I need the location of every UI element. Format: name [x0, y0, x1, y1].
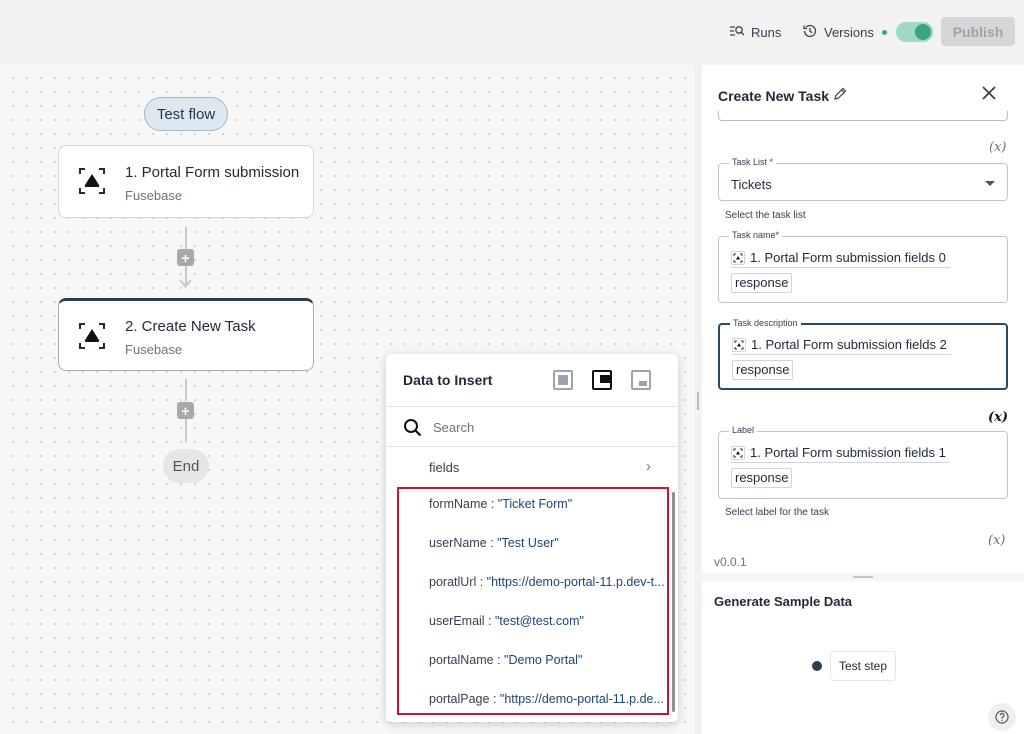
step-settings-panel: Create New Task (x) Task List * Tickets … — [702, 65, 1024, 734]
connector-line — [185, 419, 187, 442]
data-item-formname[interactable]: formName : "Ticket Form" — [429, 497, 665, 511]
fusebase-logo-icon — [77, 166, 107, 196]
version-label: v0.0.1 — [714, 555, 747, 569]
variable-chip[interactable]: 1. Portal Form submission fields 1 — [731, 443, 950, 463]
variable-chip[interactable]: 1. Portal Form submission fields 2 — [732, 335, 951, 355]
fusebase-mini-icon — [731, 445, 745, 460]
view-full-icon[interactable] — [553, 370, 573, 390]
popup-title: Data to Insert — [403, 372, 493, 388]
response-token[interactable]: response — [732, 360, 794, 380]
view-docked-icon[interactable] — [592, 370, 612, 390]
pencil-icon[interactable] — [833, 87, 847, 104]
step-status-dot — [812, 661, 822, 671]
variable-icon[interactable]: (x) — [988, 410, 1008, 425]
task-list-value: Tickets — [731, 177, 772, 192]
label-field[interactable]: Label 1. Portal Form submission fields 1… — [718, 425, 1008, 499]
previous-field[interactable] — [718, 111, 1008, 121]
add-step-button[interactable]: + — [177, 249, 194, 266]
status-dot — [881, 29, 887, 35]
versions-label: Versions — [824, 24, 874, 40]
flow-step-portal-form[interactable]: 1. Portal Form submission Fusebase — [58, 145, 314, 218]
data-item-useremail[interactable]: userEmail : "test@test.com" — [429, 614, 665, 628]
variable-icon[interactable]: (x) — [989, 140, 1006, 155]
test-step-row: Test step — [812, 651, 897, 681]
chevron-down-icon — [985, 181, 995, 186]
add-step-button[interactable]: + — [177, 402, 194, 419]
fusebase-mini-icon — [732, 337, 746, 352]
task-name-label: Task name* — [729, 230, 783, 240]
divider — [386, 446, 678, 447]
task-list-label: Task List * — [729, 157, 777, 167]
publish-button[interactable]: Publish — [941, 17, 1015, 46]
step-title: 1. Portal Form submission — [125, 164, 300, 181]
data-item-username[interactable]: userName : "Test User" — [429, 536, 665, 550]
step-subtitle: Fusebase — [125, 342, 183, 357]
connector-line — [185, 227, 187, 249]
runs-icon — [729, 24, 745, 41]
test-flow-button[interactable]: Test flow — [144, 97, 228, 131]
task-list-select[interactable]: Task List * Tickets — [718, 157, 1008, 201]
response-token[interactable]: response — [731, 273, 793, 293]
panel-title: Create New Task — [718, 87, 847, 104]
view-minimized-icon[interactable] — [631, 370, 651, 390]
data-to-insert-popup: Data to Insert fields › formName : "Tick… — [386, 354, 678, 722]
panel-split-handle[interactable] — [702, 573, 1024, 581]
task-name-field[interactable]: Task name* 1. Portal Form submission fie… — [718, 230, 1008, 303]
fields-group[interactable]: fields › — [386, 448, 678, 486]
search-row — [386, 407, 678, 446]
task-description-label: Task description — [730, 318, 801, 328]
panel-title-text: Create New Task — [718, 87, 830, 104]
data-item-portalname[interactable]: portalName : "Demo Portal" — [429, 653, 665, 667]
task-description-field[interactable]: Task description 1. Portal Form submissi… — [718, 318, 1008, 390]
versions-button[interactable]: Versions — [802, 22, 887, 42]
close-icon[interactable] — [980, 84, 998, 102]
runs-button[interactable]: Runs — [729, 22, 781, 42]
response-token[interactable]: response — [731, 468, 793, 488]
arrow-down-icon — [179, 279, 192, 288]
enable-toggle[interactable] — [896, 22, 933, 42]
panel-resize-handle[interactable] — [694, 65, 702, 734]
runs-label: Runs — [751, 24, 782, 40]
label-helper: Select label for the task — [725, 507, 829, 518]
data-item-portalpage[interactable]: portalPage : "https://demo-portal-11.p.d… — [429, 692, 665, 706]
fields-label: fields — [429, 460, 460, 475]
highlight-box — [397, 487, 669, 715]
end-node: End — [163, 449, 209, 483]
help-icon[interactable] — [988, 703, 1016, 731]
popup-scrollbar[interactable] — [672, 492, 675, 712]
variable-icon[interactable]: (x) — [988, 533, 1005, 548]
variable-chip[interactable]: 1. Portal Form submission fields 0 — [731, 248, 950, 268]
step-title: 2. Create New Task — [125, 318, 256, 335]
task-list-helper: Select the task list — [725, 210, 806, 221]
fusebase-mini-icon — [731, 250, 745, 265]
fusebase-logo-icon — [77, 321, 107, 351]
step-subtitle: Fusebase — [125, 188, 183, 203]
generate-sample-title: Generate Sample Data — [714, 594, 853, 609]
label-field-label: Label — [729, 425, 758, 435]
flow-step-create-task[interactable]: 2. Create New Task Fusebase — [58, 298, 314, 371]
search-input[interactable] — [433, 417, 653, 437]
history-icon — [802, 23, 818, 42]
connector-line — [185, 379, 187, 401]
data-item-poratlurl[interactable]: poratlUrl : "https://demo-portal-11.p.de… — [429, 575, 665, 589]
test-step-button[interactable]: Test step — [830, 651, 897, 681]
top-bar: Runs Versions Publish — [0, 0, 1024, 65]
chevron-right-icon: › — [646, 458, 651, 475]
search-icon — [403, 418, 423, 438]
